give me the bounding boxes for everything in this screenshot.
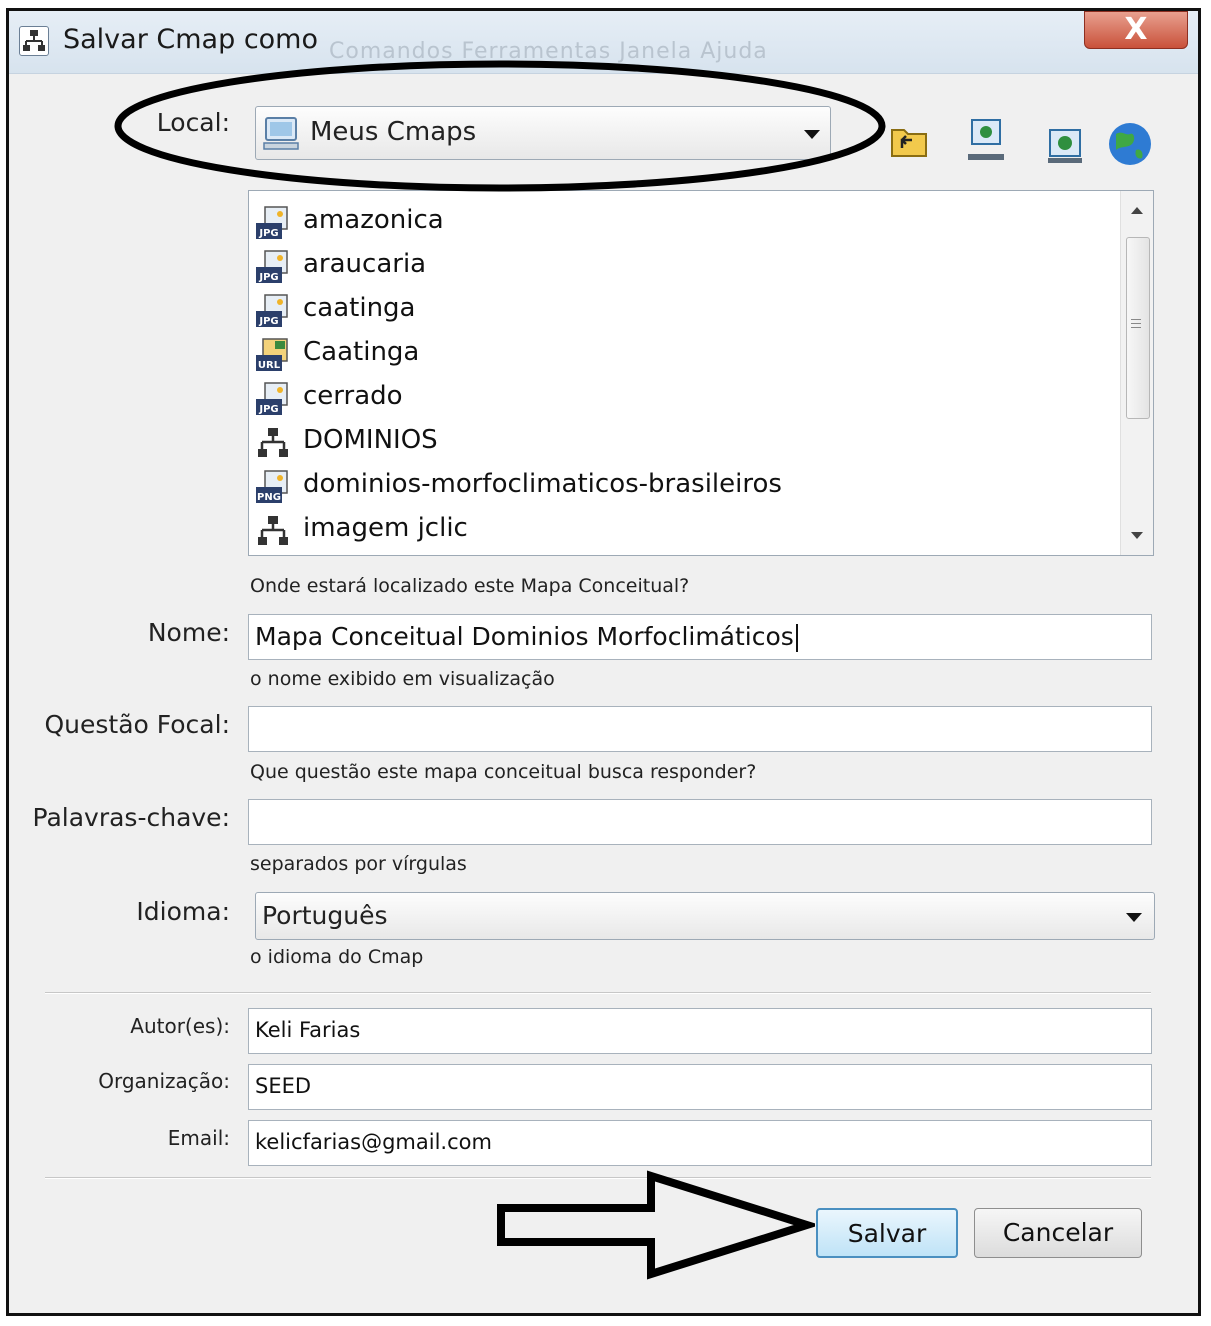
svg-text:JPG: JPG <box>258 272 278 283</box>
cancel-button[interactable]: Cancelar <box>974 1208 1142 1258</box>
local-hint: Onde estará localizado este Mapa Conceit… <box>250 575 690 597</box>
questao-label: Questão Focal: <box>44 710 230 739</box>
local-computer-icon[interactable] <box>966 118 1006 160</box>
svg-text:JPG: JPG <box>258 316 278 327</box>
file-name: DOMINIOS <box>303 425 438 455</box>
section-divider <box>45 992 1151 994</box>
network-place-icon[interactable] <box>1046 126 1086 166</box>
chevron-down-icon[interactable] <box>1126 913 1142 922</box>
file-name: dominios-morfoclimaticos-brasileiros <box>303 469 782 499</box>
svg-text:JPG: JPG <box>258 228 278 239</box>
email-input[interactable]: kelicfarias@gmail.com <box>248 1120 1152 1166</box>
close-button[interactable]: X <box>1084 11 1188 49</box>
palavras-chave-input[interactable] <box>248 799 1152 845</box>
scroll-down-icon[interactable] <box>1131 532 1143 539</box>
nome-hint: o nome exibido em visualização <box>250 668 555 690</box>
jpg-icon: JPG <box>255 381 291 417</box>
idioma-label: Idioma: <box>136 897 230 926</box>
globe-icon[interactable] <box>1106 120 1154 168</box>
autor-value: Keli Farias <box>255 1018 361 1042</box>
vertical-scrollbar[interactable] <box>1120 191 1153 555</box>
autor-label: Autor(es): <box>130 1014 230 1038</box>
folder-up-icon[interactable] <box>890 120 930 160</box>
file-list[interactable]: JPG amazonica JPG araucaria JPG caatinga URL Ca… <box>248 190 1154 556</box>
svg-text:URL: URL <box>258 360 281 371</box>
window-title: Salvar Cmap como <box>63 24 318 55</box>
email-label: Email: <box>167 1126 230 1150</box>
file-name: cerrado <box>303 381 403 411</box>
nome-label: Nome: <box>147 618 230 647</box>
jpg-icon: JPG <box>255 249 291 285</box>
cmap-icon <box>255 513 291 549</box>
palavras-label: Palavras-chave: <box>32 803 231 832</box>
nome-value: Mapa Conceitual Dominios Morfoclimáticos <box>255 622 798 652</box>
save-button[interactable]: Salvar <box>816 1208 958 1258</box>
autor-input[interactable]: Keli Farias <box>248 1008 1152 1054</box>
idioma-select[interactable]: Português <box>255 892 1155 940</box>
scroll-grip-icon <box>1131 319 1141 331</box>
idioma-hint: o idioma do Cmap <box>250 946 424 968</box>
jpg-icon: JPG <box>255 293 291 329</box>
email-value: kelicfarias@gmail.com <box>255 1130 492 1154</box>
file-name: araucaria <box>303 249 427 279</box>
text-cursor <box>795 624 798 652</box>
cmap-app-icon <box>19 26 49 56</box>
file-name: Caatinga <box>303 337 420 367</box>
file-name: imagem jclic <box>303 513 468 543</box>
scroll-up-icon[interactable] <box>1131 207 1143 214</box>
png-icon: PNG <box>255 469 291 505</box>
svg-text:PNG: PNG <box>257 492 281 503</box>
nome-input[interactable]: Mapa Conceitual Dominios Morfoclimáticos <box>248 614 1152 660</box>
organizacao-input[interactable]: SEED <box>248 1064 1152 1110</box>
file-name: amazonica <box>303 205 444 235</box>
jpg-icon: JPG <box>255 205 291 241</box>
organizacao-value: SEED <box>255 1074 312 1098</box>
organizacao-label: Organização: <box>98 1069 230 1093</box>
file-name: caatinga <box>303 293 416 323</box>
questao-focal-input[interactable] <box>248 706 1152 752</box>
questao-hint: Que questão este mapa conceitual busca r… <box>250 761 757 783</box>
cmap-icon <box>255 425 291 461</box>
url-icon: URL <box>255 337 291 373</box>
svg-text:JPG: JPG <box>258 404 278 415</box>
idioma-selected-value: Português <box>262 901 388 930</box>
annotation-ellipse <box>114 60 886 192</box>
palavras-hint: separados por vírgulas <box>250 853 467 875</box>
annotation-arrow-icon <box>497 1170 815 1280</box>
